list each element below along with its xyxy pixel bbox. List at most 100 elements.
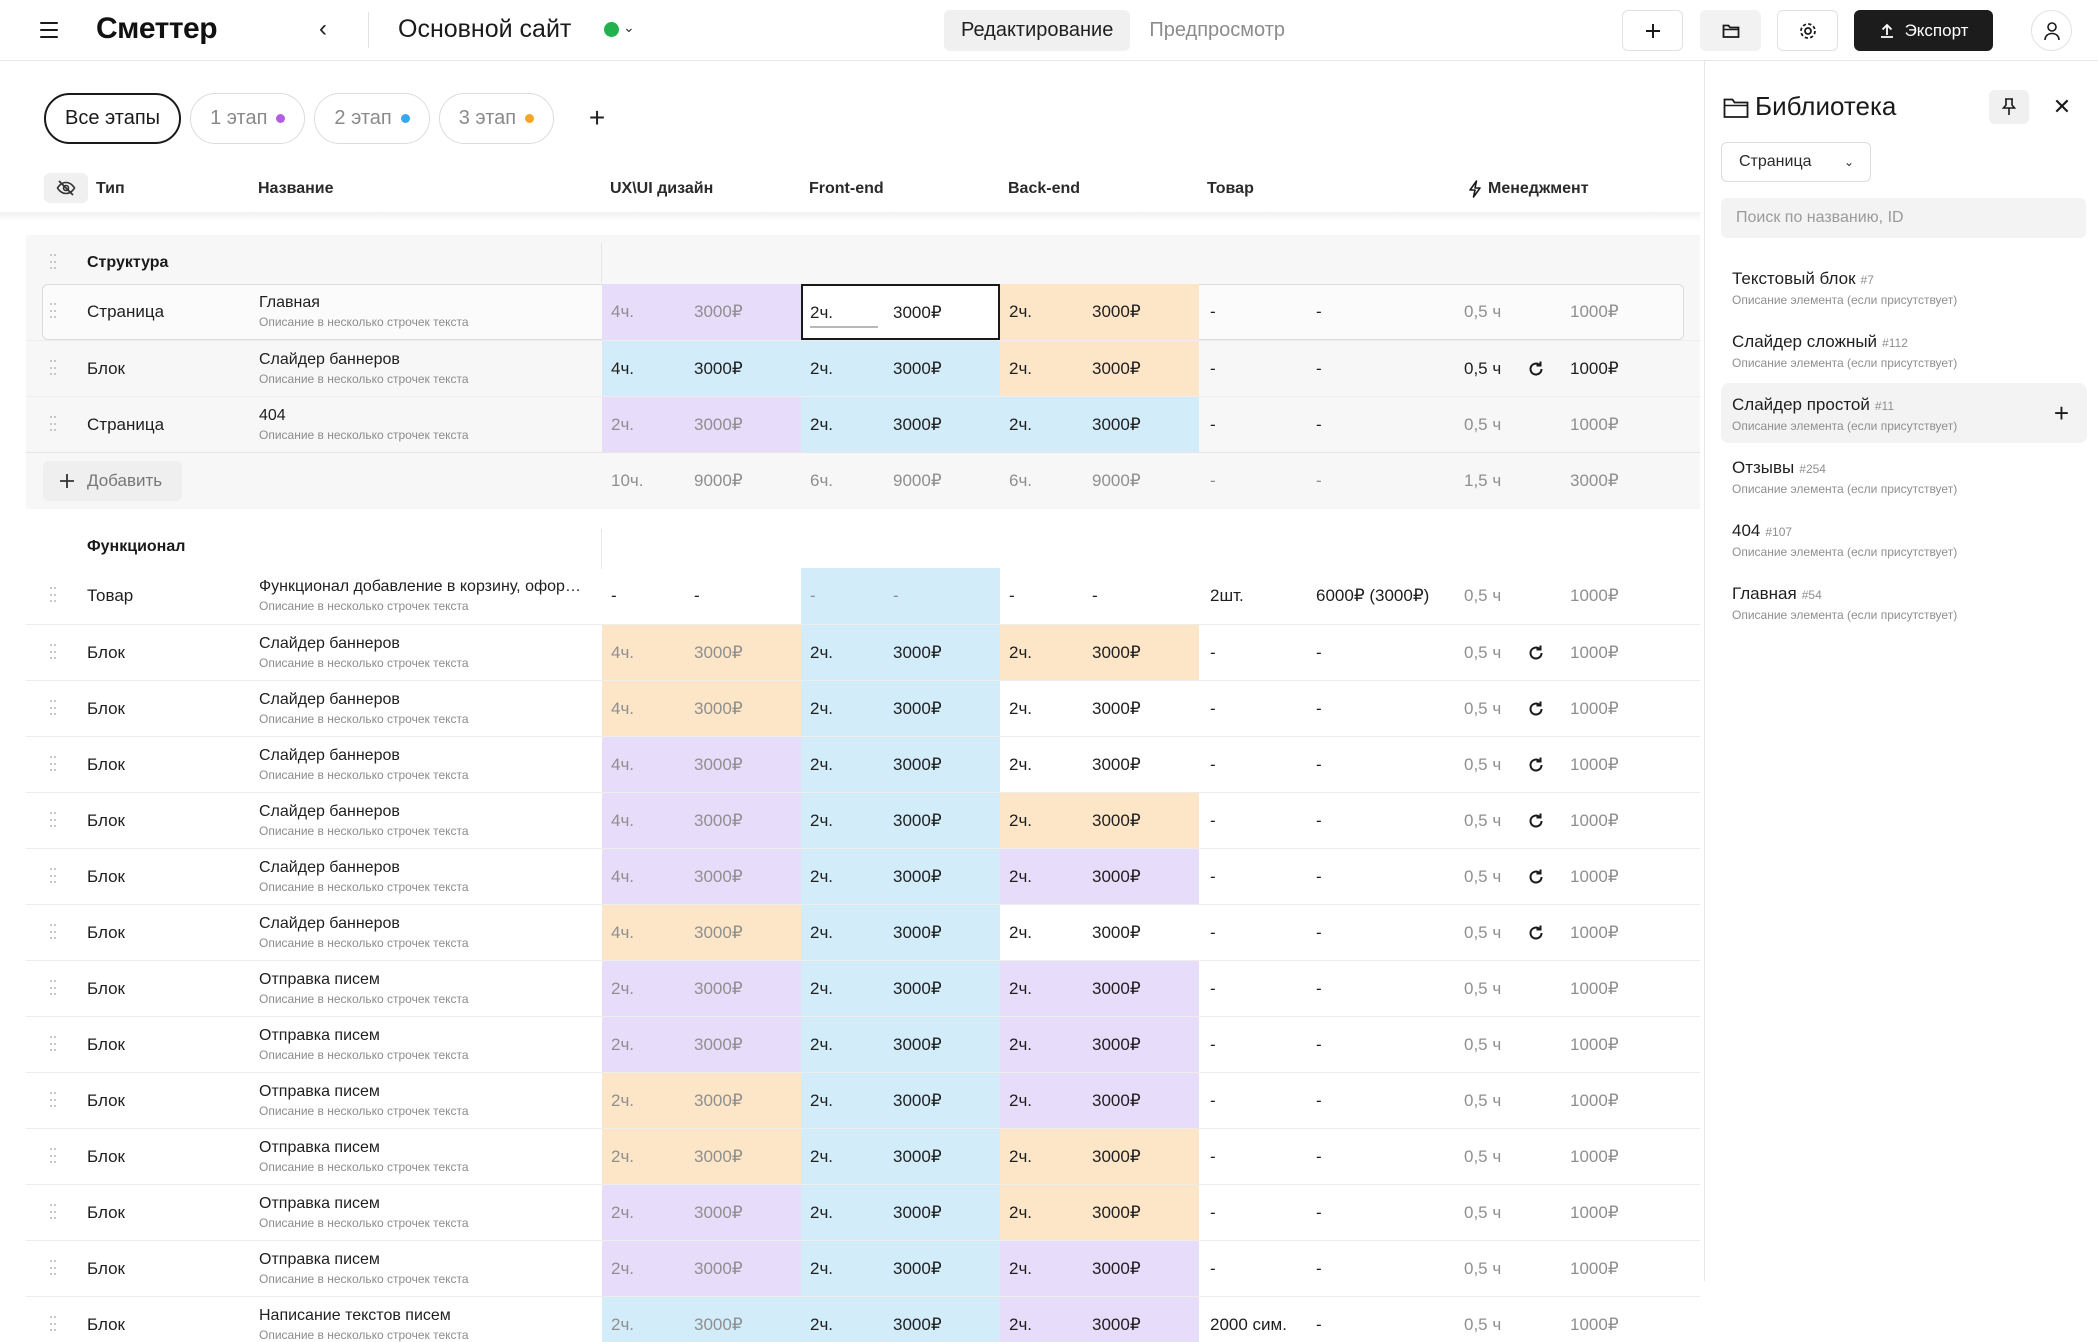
col-product[interactable]: Товар	[1207, 180, 1254, 198]
drag-handle-icon[interactable]	[50, 644, 56, 662]
drag-handle-icon[interactable]	[50, 924, 56, 942]
cell-backend[interactable]: 2ч. 3000₽	[1000, 849, 1199, 905]
table-row[interactable]: Страница Главная Описание в несколько стро…	[42, 284, 1684, 340]
management-hours[interactable]: 0,5 ч	[1464, 415, 1501, 435]
drag-handle-icon[interactable]	[50, 1260, 56, 1278]
cell-backend[interactable]: 2ч. 3000₽	[1000, 397, 1199, 453]
cell-backend[interactable]: 2ч. 3000₽	[1000, 1129, 1199, 1185]
row-name[interactable]: 404 Описание в несколько строчек текста	[259, 407, 589, 442]
cell-ux[interactable]: 4ч. 3000₽	[602, 737, 801, 793]
table-row[interactable]: Блок Отправка писем Описание в несколько с…	[26, 1184, 1700, 1241]
cell-backend[interactable]: 2ч. 3000₽	[1000, 1241, 1199, 1297]
cell-ux[interactable]: 2ч. 3000₽	[602, 1241, 801, 1297]
cell-backend[interactable]: 2ч. 3000₽	[1000, 1073, 1199, 1129]
cell-backend[interactable]: --	[1000, 568, 1199, 624]
library-search-input[interactable]	[1721, 198, 2086, 238]
cell-frontend[interactable]: 2ч. 3000₽	[801, 397, 1000, 453]
table-row[interactable]: Страница 404 Описание в несколько строчек …	[26, 396, 1700, 453]
cell-frontend[interactable]: 2ч. 3000₽	[801, 1129, 1000, 1185]
library-item[interactable]: Слайдер сложный #112 Описание элемента (ес…	[1721, 320, 2087, 380]
management-hours[interactable]: 0,5 ч	[1464, 1147, 1501, 1167]
tab-preview[interactable]: Предпросмотр	[1132, 10, 1302, 51]
stage-all[interactable]: Все этапы	[44, 93, 182, 144]
cell-backend[interactable]: 2ч. 3000₽	[1000, 905, 1199, 961]
hide-columns-toggle[interactable]	[44, 173, 88, 203]
management-hours[interactable]: 0,5 ч	[1464, 1035, 1501, 1055]
col-frontend[interactable]: Front-end	[809, 180, 884, 198]
row-name[interactable]: Слайдер баннеров Описание в несколько стр…	[259, 803, 589, 838]
table-row[interactable]: Товар Функционал добавление в корзину, оф…	[26, 568, 1700, 624]
library-item[interactable]: Слайдер простой #11 Описание элемента (есл…	[1721, 383, 2087, 443]
cell-backend[interactable]: 2ч. 3000₽	[1000, 961, 1199, 1017]
tab-editing[interactable]: Редактирование	[944, 10, 1131, 51]
row-name[interactable]: Слайдер баннеров Описание в несколько стр…	[259, 747, 589, 782]
management-hours[interactable]: 0,5 ч	[1464, 643, 1501, 663]
product-qty[interactable]: -	[1210, 1259, 1216, 1279]
row-name[interactable]: Слайдер баннеров Описание в несколько стр…	[259, 351, 589, 386]
table-row[interactable]: Блок Написание текстов писем Описание в не…	[26, 1296, 1700, 1342]
product-qty[interactable]: -	[1210, 1203, 1216, 1223]
add-stage-button[interactable]: +	[577, 99, 617, 139]
cell-ux[interactable]: 2ч. 3000₽	[602, 961, 801, 1017]
export-button[interactable]: Экспорт	[1854, 10, 1993, 51]
stage-2[interactable]: 2 этап	[314, 93, 430, 144]
refresh-icon[interactable]	[1526, 699, 1546, 719]
add-button[interactable]	[1622, 10, 1683, 51]
table-row[interactable]: Блок Отправка писем Описание в несколько с…	[26, 1072, 1700, 1129]
drag-handle-icon[interactable]	[50, 303, 56, 321]
cell-ux[interactable]: 4ч. 3000₽	[602, 341, 801, 397]
cell-ux[interactable]: 4ч. 3000₽	[602, 905, 801, 961]
cell-ux[interactable]: 4ч. 3000₽	[602, 681, 801, 737]
cell-frontend[interactable]: 2ч. 3000₽	[801, 793, 1000, 849]
cell-frontend[interactable]: 2ч. 3000₽	[801, 284, 1000, 340]
table-row[interactable]: Блок Слайдер баннеров Описание в несколько…	[26, 736, 1700, 793]
cell-frontend[interactable]: 2ч. 3000₽	[801, 341, 1000, 397]
row-name[interactable]: Отправка писем Описание в несколько строч…	[259, 971, 589, 1006]
user-button[interactable]	[2031, 10, 2072, 51]
row-name[interactable]: Слайдер баннеров Описание в несколько стр…	[259, 691, 589, 726]
management-hours[interactable]: 0,5 ч	[1464, 811, 1501, 831]
product-qty[interactable]: -	[1210, 1091, 1216, 1111]
cell-backend[interactable]: 2ч. 3000₽	[1000, 1185, 1199, 1241]
drag-handle-icon[interactable]	[50, 868, 56, 886]
cell-frontend[interactable]: 2ч. 3000₽	[801, 1073, 1000, 1129]
product-qty[interactable]: -	[1210, 923, 1216, 943]
cell-ux[interactable]: 2ч. 3000₽	[602, 1129, 801, 1185]
drag-handle-icon[interactable]	[50, 700, 56, 718]
col-name[interactable]: Название	[258, 180, 334, 198]
management-hours[interactable]: 0,5 ч	[1464, 867, 1501, 887]
table-row[interactable]: Блок Отправка писем Описание в несколько с…	[26, 960, 1700, 1017]
row-name[interactable]: Слайдер баннеров Описание в несколько стр…	[259, 635, 589, 670]
drag-handle-icon[interactable]	[50, 1316, 56, 1334]
cell-ux[interactable]: 4ч. 3000₽	[602, 849, 801, 905]
drag-handle-icon[interactable]	[50, 587, 56, 605]
cell-ux[interactable]: 4ч. 3000₽	[602, 284, 801, 340]
product-qty[interactable]: -	[1210, 1035, 1216, 1055]
cell-backend[interactable]: 2ч. 3000₽	[1000, 341, 1199, 397]
management-hours[interactable]: 0,5 ч	[1464, 302, 1501, 322]
drag-handle-icon[interactable]	[50, 1092, 56, 1110]
product-qty[interactable]: -	[1210, 415, 1216, 435]
refresh-icon[interactable]	[1526, 923, 1546, 943]
add-to-table-icon[interactable]: +	[2054, 398, 2069, 429]
cell-backend[interactable]: 2ч. 3000₽	[1000, 737, 1199, 793]
table-row[interactable]: Блок Слайдер баннеров Описание в несколько…	[26, 680, 1700, 737]
cell-ux[interactable]: 2ч. 3000₽	[602, 1185, 801, 1241]
cell-ux[interactable]: 2ч. 3000₽	[602, 1017, 801, 1073]
row-name[interactable]: Написание текстов писем Описание в нескол…	[259, 1307, 589, 1342]
product-qty[interactable]: -	[1210, 1147, 1216, 1167]
table-row[interactable]: Блок Слайдер баннеров Описание в несколько…	[26, 624, 1700, 681]
drag-handle-icon[interactable]	[50, 756, 56, 774]
management-hours[interactable]: 0,5 ч	[1464, 1259, 1501, 1279]
drag-handle-icon[interactable]	[50, 1036, 56, 1054]
drag-handle-icon[interactable]	[50, 1148, 56, 1166]
refresh-icon[interactable]	[1526, 755, 1546, 775]
row-name[interactable]: Слайдер баннеров Описание в несколько стр…	[259, 859, 589, 894]
cell-frontend[interactable]: 2ч. 3000₽	[801, 849, 1000, 905]
cell-frontend[interactable]: 2ч. 3000₽	[801, 1017, 1000, 1073]
drag-handle-icon[interactable]	[50, 980, 56, 998]
add-row-button[interactable]: Добавить	[43, 461, 183, 501]
drag-handle-icon[interactable]	[50, 254, 56, 272]
pin-button[interactable]	[1989, 90, 2029, 124]
product-qty[interactable]: -	[1210, 302, 1216, 322]
